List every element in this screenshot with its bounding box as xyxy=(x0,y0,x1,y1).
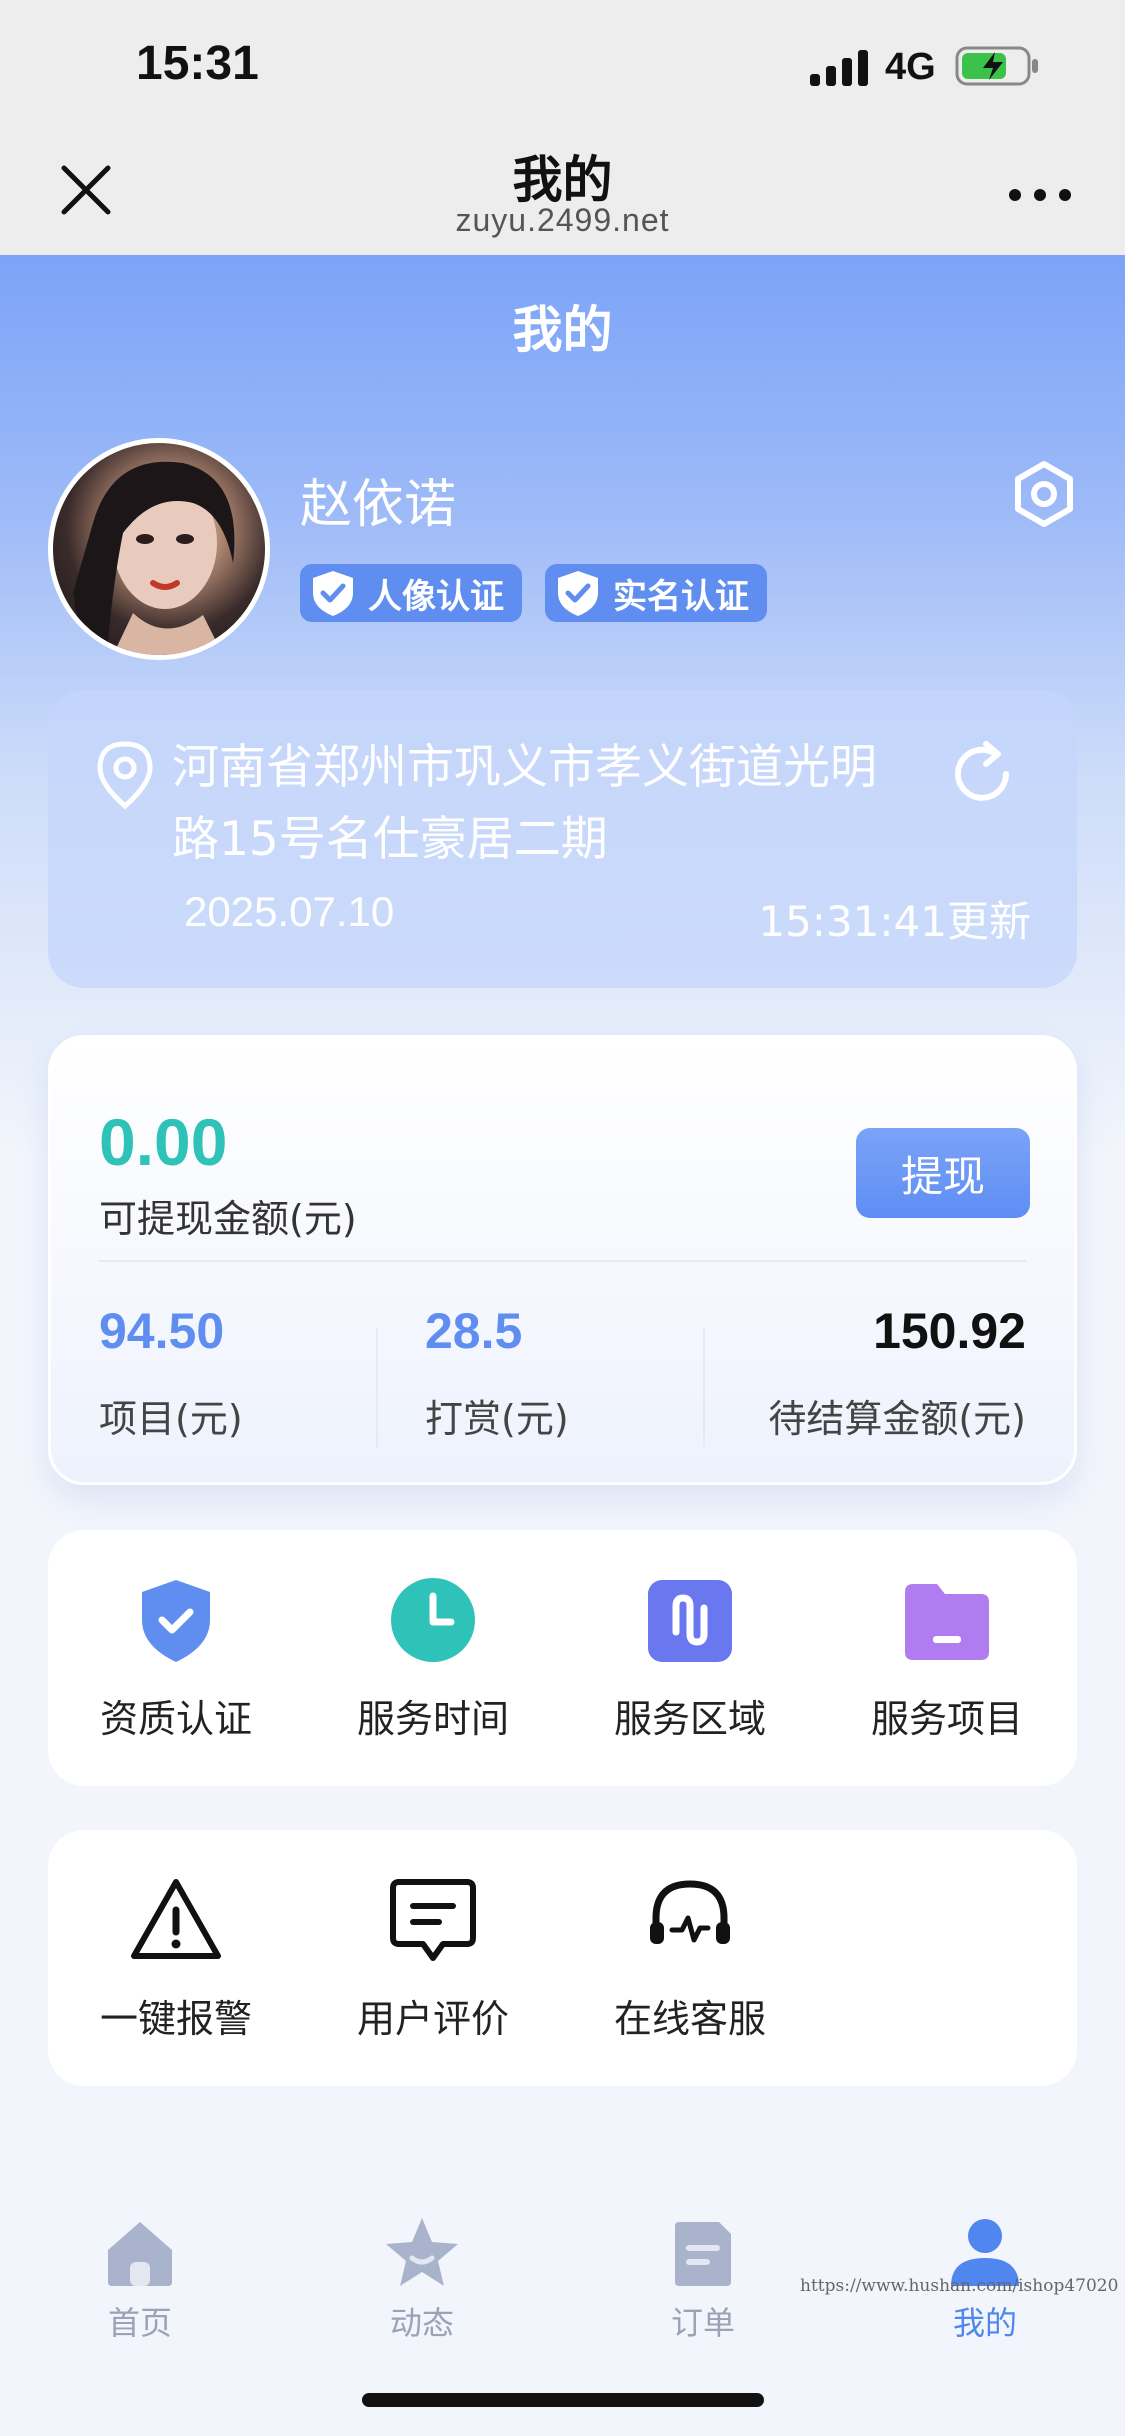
status-time: 15:31 xyxy=(136,37,259,90)
location-card: 河南省郑州市巩义市孝义街道光明路15号名仕豪居二期 2025.07.10 15:… xyxy=(48,690,1077,988)
home-indicator xyxy=(362,2393,764,2407)
tool-user-reviews[interactable]: 用户评价 xyxy=(313,1872,553,2043)
badge-face-verified: 人像认证 xyxy=(300,564,522,622)
service-items[interactable]: 服务项目 xyxy=(827,1572,1067,1743)
signal-icon xyxy=(810,50,868,86)
stat-label: 项目(元) xyxy=(99,1397,243,1441)
nav-bar: 我的 zuyu.2499.net xyxy=(0,130,1125,255)
divider xyxy=(376,1328,378,1448)
divider xyxy=(703,1328,705,1448)
battery-icon xyxy=(955,46,1038,86)
badge-realname-verified: 实名认证 xyxy=(545,564,767,622)
stat-pending-settlement[interactable]: 150.92 待结算金额(元) xyxy=(768,1302,1026,1443)
stat-project-income[interactable]: 94.50 项目(元) xyxy=(99,1302,243,1443)
tab-label: 我的 xyxy=(952,2304,1017,2342)
order-icon xyxy=(675,2222,731,2286)
refresh-icon[interactable] xyxy=(946,738,1018,810)
service-area[interactable]: 服务区域 xyxy=(570,1572,810,1743)
chat-icon xyxy=(390,1879,476,1961)
stat-tips[interactable]: 28.5 打赏(元) xyxy=(425,1302,569,1443)
headset-icon xyxy=(650,1880,730,1944)
home-icon xyxy=(108,2222,172,2286)
clock-icon xyxy=(391,1578,475,1662)
tab-activity[interactable]: 动态 xyxy=(322,2214,522,2344)
nav-url: zuyu.2499.net xyxy=(455,202,670,238)
warning-icon xyxy=(131,1879,221,1959)
tool-label: 一键报警 xyxy=(99,1997,252,2041)
stat-value: 150.92 xyxy=(873,1303,1026,1359)
divider xyxy=(99,1260,1026,1262)
star-icon xyxy=(386,2218,458,2286)
tab-label: 动态 xyxy=(389,2304,454,2342)
service-label: 资质认证 xyxy=(99,1697,252,1741)
service-label: 服务时间 xyxy=(356,1697,509,1741)
badge-label: 人像认证 xyxy=(368,576,504,617)
tool-label: 在线客服 xyxy=(613,1997,766,2041)
network-label: 4G xyxy=(885,46,936,88)
location-date: 2025.07.10 xyxy=(184,888,395,935)
tool-online-support[interactable]: 在线客服 xyxy=(570,1872,810,2043)
tool-emergency-alarm[interactable]: 一键报警 xyxy=(56,1872,296,2043)
service-label: 服务项目 xyxy=(870,1697,1023,1741)
stat-value: 94.50 xyxy=(99,1303,225,1359)
tab-home[interactable]: 首页 xyxy=(40,2214,240,2344)
stat-label: 待结算金额(元) xyxy=(768,1397,1026,1441)
avatar-image xyxy=(73,461,235,655)
service-time[interactable]: 服务时间 xyxy=(313,1572,553,1743)
badge-label: 实名认证 xyxy=(613,576,749,617)
location-updated-time: 15:31:41更新 xyxy=(758,897,1031,946)
location-pin-icon xyxy=(97,741,153,810)
location-address: 河南省郑州市巩义市孝义街道光明路15号名仕豪居二期 xyxy=(172,740,877,867)
stat-value: 28.5 xyxy=(425,1303,523,1359)
page-title: 我的 xyxy=(512,301,613,359)
shield-check-icon xyxy=(313,571,353,616)
wallet-card: 0.00 可提现金额(元) 提现 94.50 项目(元) 28.5 打赏(元) … xyxy=(48,1035,1077,1485)
service-label: 服务区域 xyxy=(613,1697,766,1741)
service-qualification[interactable]: 资质认证 xyxy=(56,1572,296,1743)
tab-label: 首页 xyxy=(107,2304,172,2342)
tab-orders[interactable]: 订单 xyxy=(603,2214,803,2344)
tool-label: 用户评价 xyxy=(356,1997,509,2041)
services-card: 资质认证 服务时间 服务区域 服务项目 xyxy=(48,1530,1077,1786)
settings-icon[interactable] xyxy=(1010,460,1078,528)
withdraw-button[interactable]: 提现 xyxy=(856,1128,1030,1218)
status-bar: 15:31 4G xyxy=(0,0,1125,130)
tab-label: 订单 xyxy=(670,2304,735,2342)
shield-check-icon xyxy=(142,1580,210,1662)
avatar[interactable] xyxy=(48,438,270,660)
folder-icon xyxy=(905,1584,989,1660)
user-name: 赵依诺 xyxy=(300,475,457,535)
shield-check-icon xyxy=(558,571,598,616)
more-icon[interactable] xyxy=(1005,180,1075,210)
stat-label: 打赏(元) xyxy=(425,1397,569,1441)
tools-card: 一键报警 用户评价 在线客服 xyxy=(48,1830,1077,2086)
watermark: https://www.hushan.com/ishop47020 xyxy=(800,2276,1119,2296)
map-area-icon xyxy=(648,1580,732,1662)
withdrawable-label: 可提现金额(元) xyxy=(99,1197,357,1241)
withdrawable-amount: 0.00 xyxy=(99,1105,228,1179)
